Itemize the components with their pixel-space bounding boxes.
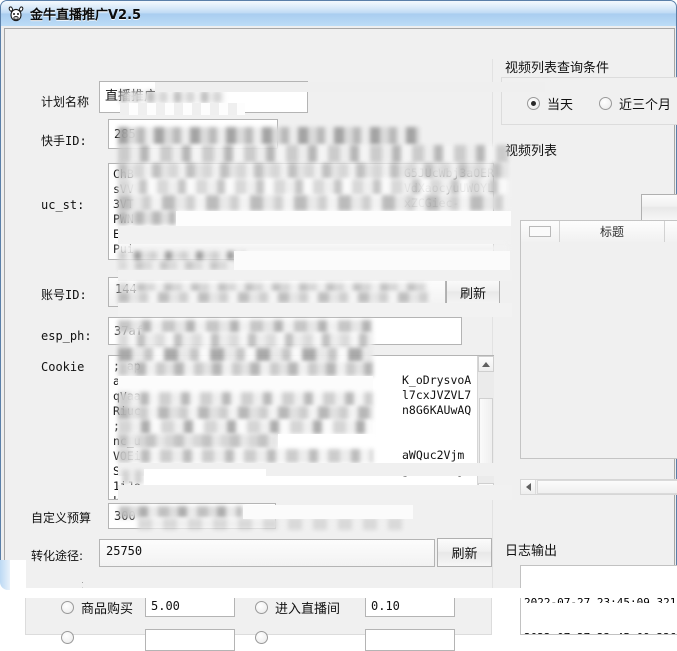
video-list-grid[interactable]: 标题	[520, 220, 677, 459]
goal-enter-live-room-price-input[interactable]: 0.10	[365, 595, 455, 617]
plan-name-input[interactable]: 直播推广	[99, 81, 308, 113]
left-form-panel: 计划名称 直播推广 快手ID: 285 uc_st: ChB sVV 3VT P…	[15, 37, 500, 651]
kuaishou-id-input[interactable]: 285	[108, 119, 278, 149]
uc-st-head-lines: ChB sVV 3VT PWN E6j Pui	[113, 167, 134, 256]
cookie-tail-overlay: K_oDrysvoA l7cxJVZVL7 n8G6KAUwAQ aWQuc2V…	[402, 373, 472, 477]
video-grid-body	[521, 242, 677, 458]
goal-option-product-purchase[interactable]: 商品购买	[61, 598, 133, 617]
cookie-vertical-scrollbar[interactable]	[477, 356, 494, 499]
account-refresh-button[interactable]: 刷新	[446, 277, 500, 307]
goal-option-extra2-partial[interactable]	[255, 631, 268, 644]
video-grid-select-all-header[interactable]	[521, 221, 560, 242]
custom-budget-label: 自定义预算	[31, 511, 92, 525]
video-list-query-button[interactable]: 查	[641, 194, 677, 221]
log-line: 2022-07-27 23:45:09 336: 8_	[524, 631, 677, 634]
esp-ph-label: esp_ph:	[41, 329, 92, 343]
goal-option-enter-live-room[interactable]: 进入直播间	[255, 598, 340, 617]
radio-icon[interactable]	[61, 601, 74, 614]
radio-icon[interactable]	[255, 631, 268, 644]
video-query-section-title: 视频列表查询条件	[505, 61, 610, 76]
bull-icon	[7, 5, 25, 23]
radio-icon[interactable]	[61, 631, 74, 644]
video-grid-title-header[interactable]: 标题	[560, 221, 666, 242]
esp-ph-input[interactable]: 37af	[108, 317, 462, 345]
log-output-box[interactable]: 2022-07-27 23:45:09 321: 1_ 2022-07-27 2…	[520, 565, 677, 635]
account-id-label: 账号ID:	[41, 288, 87, 302]
radio-icon[interactable]	[599, 97, 612, 110]
cookie-head-lines: ; ap acce qVaa Riuc ; nc_u VOEi SXcZ 1iJ…	[113, 359, 141, 499]
video-grid-extra-header[interactable]	[665, 221, 677, 242]
cookie-label: Cookie	[41, 360, 85, 374]
window-client-area: 计划名称 直播推广 快手ID: 285 uc_st: ChB sVV 3VT P…	[0, 26, 677, 651]
uc-st-tail-overlay: G5JUcWbj3aOERO VdXaocyuUWOYL xZCGiec- ya…	[404, 166, 494, 240]
window-corner-glass	[0, 560, 10, 590]
radio-icon-checked[interactable]	[527, 97, 540, 110]
app-window: 金牛直播推广V2.5 计划名称 直播推广 快手ID: 285 uc_st: Ch…	[0, 0, 677, 651]
goal-extra2-price-input-partial[interactable]	[365, 629, 455, 651]
account-id-combobox[interactable]: 144	[108, 277, 446, 307]
conversion-path-combobox[interactable]: 25750	[99, 539, 435, 567]
scroll-down-icon[interactable]	[478, 483, 494, 499]
conversion-path-label: 转化途径:	[31, 549, 84, 563]
goal-option-extra-partial[interactable]	[61, 631, 74, 644]
query-option-label: 当天	[547, 98, 574, 113]
panel-divider	[492, 59, 493, 589]
query-option-label: 近三个月	[619, 98, 672, 113]
window-bottom-edge	[0, 588, 677, 598]
scroll-left-icon[interactable]	[521, 480, 536, 494]
right-panel: 视频列表查询条件 当天 近三个月 视频列表 查	[497, 37, 677, 635]
window-title: 金牛直播推广V2.5	[30, 8, 142, 23]
goal-option-label: 商品购买	[81, 602, 134, 617]
window-titlebar[interactable]: 金牛直播推广V2.5	[0, 0, 677, 26]
goal-product-purchase-price-input[interactable]: 5.00	[145, 595, 235, 617]
checkbox-icon[interactable]	[528, 226, 551, 237]
video-grid-header: 标题	[521, 221, 677, 243]
cookie-scroll-thumb[interactable]	[479, 398, 493, 464]
conversion-path-refresh-button[interactable]: 刷新	[437, 538, 492, 567]
scroll-up-icon[interactable]	[478, 356, 494, 372]
form-container: 计划名称 直播推广 快手ID: 285 uc_st: ChB sVV 3VT P…	[4, 28, 677, 651]
query-option-last-three-months[interactable]: 近三个月	[599, 94, 671, 113]
uc-st-label: uc_st:	[41, 198, 85, 212]
log-output-title: 日志输出	[505, 544, 558, 559]
kuaishou-id-label: 快手ID:	[41, 134, 87, 148]
plan-name-label: 计划名称	[41, 95, 90, 109]
goal-option-label: 进入直播间	[275, 602, 341, 617]
video-grid-hscroll-thumb[interactable]	[537, 480, 677, 494]
goal-extra-price-input-partial[interactable]	[145, 629, 235, 651]
radio-icon[interactable]	[255, 601, 268, 614]
custom-budget-input[interactable]: 300	[108, 503, 276, 529]
query-option-today[interactable]: 当天	[527, 94, 573, 113]
video-list-title: 视频列表	[505, 144, 558, 159]
video-grid-horizontal-scrollbar[interactable]	[520, 479, 677, 495]
